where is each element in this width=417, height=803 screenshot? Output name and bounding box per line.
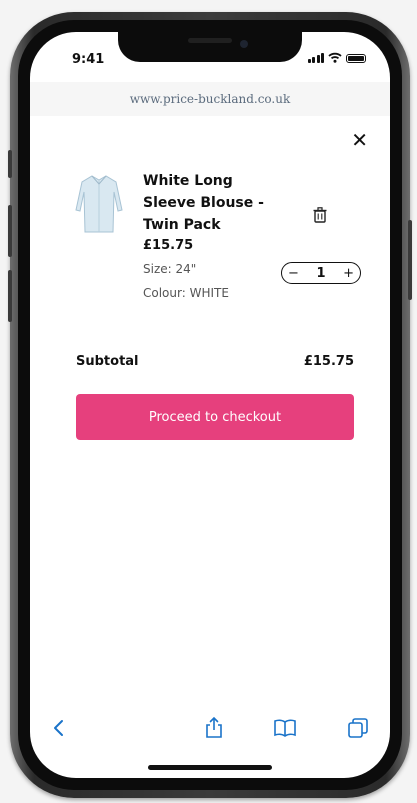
product-size: Size: 24" [143,262,197,276]
product-name[interactable]: White Long Sleeve Blouse - Twin Pack [143,170,283,236]
decrease-quantity-button[interactable]: − [288,266,299,281]
share-icon[interactable] [202,716,226,740]
address-bar[interactable]: www.price-buckland.co.uk [30,82,390,116]
wifi-icon [328,52,342,63]
product-price: £15.75 [143,238,194,253]
volume-up-button [8,205,12,257]
trash-icon[interactable] [313,207,327,223]
phone-screen: 9:41 www.price-buckland.co.uk ✕ White Lo… [30,32,390,778]
checkout-button[interactable]: Proceed to checkout [76,394,354,440]
power-button [408,220,412,300]
status-time: 9:41 [72,52,105,67]
status-icons [307,52,366,63]
front-camera [240,40,248,48]
subtotal-label: Subtotal [76,354,139,369]
mute-switch [8,150,12,178]
battery-icon [346,54,366,63]
quantity-value: 1 [316,265,326,281]
notch [118,32,302,62]
home-indicator[interactable] [148,765,272,770]
increase-quantity-button[interactable]: + [343,266,354,281]
tabs-icon[interactable] [346,716,370,740]
close-icon[interactable]: ✕ [351,130,368,150]
quantity-stepper: − 1 + [281,262,361,284]
subtotal-value: £15.75 [303,354,354,369]
product-image[interactable] [72,170,126,238]
signal-icon [307,52,324,63]
url-text: www.price-buckland.co.uk [129,92,291,106]
product-colour: Colour: WHITE [143,286,229,300]
book-icon[interactable] [273,716,297,740]
volume-down-button [8,270,12,322]
speaker [188,38,232,43]
chevron-left-icon[interactable] [48,716,72,740]
browser-toolbar [30,708,390,748]
